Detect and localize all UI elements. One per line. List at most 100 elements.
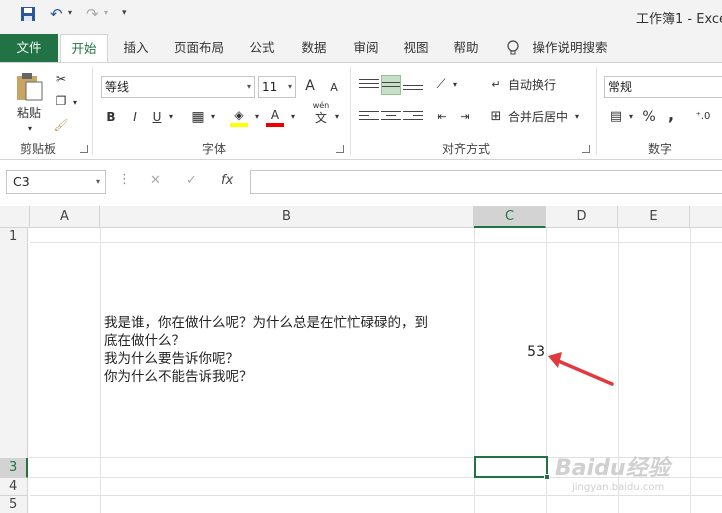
redo-icon[interactable]: ↷	[86, 5, 99, 23]
tell-me-search[interactable]: 操作说明搜索	[528, 34, 612, 62]
comma-button[interactable]: ,	[665, 105, 677, 125]
tab-file[interactable]: 文件	[0, 34, 58, 62]
merge-center-button[interactable]: 合并后居中	[508, 107, 572, 127]
decrease-font-button[interactable]: A	[326, 78, 342, 98]
underline-button[interactable]: U	[150, 107, 164, 127]
divider	[92, 67, 93, 155]
cell-b1-text[interactable]: 我是谁，你在做什么呢？为什么总是在忙忙碌碌的，到 底在做什么？ 我为什么要告诉你…	[104, 314, 472, 386]
column-header-c[interactable]: C	[474, 206, 546, 228]
tab-view[interactable]: 视图	[394, 34, 438, 62]
watermark-url: jingyan.baidu.com	[572, 482, 665, 493]
tab-insert[interactable]: 插入	[114, 34, 158, 62]
font-size-combo[interactable]: 11 ▾	[258, 76, 296, 98]
column-header-a[interactable]: A	[30, 206, 100, 228]
row-header-5[interactable]: 5	[0, 496, 28, 513]
phonetic-char-label: 文	[314, 111, 327, 125]
align-right-icon[interactable]	[403, 107, 423, 127]
enter-icon[interactable]: ✓	[186, 173, 197, 188]
row-header-1[interactable]: 1	[0, 228, 28, 458]
align-top-icon[interactable]	[359, 75, 379, 95]
column-header-f[interactable]	[690, 206, 722, 228]
accounting-dropdown-icon[interactable]: ▾	[626, 107, 636, 127]
borders-dropdown-icon[interactable]: ▾	[208, 107, 218, 127]
annotation-arrow-icon	[548, 352, 614, 386]
undo-dropdown-icon[interactable]: ▾	[68, 8, 72, 17]
column-header-d[interactable]: D	[546, 206, 618, 228]
row-header-4[interactable]: 4	[0, 478, 28, 496]
column-header-e[interactable]: E	[618, 206, 690, 228]
align-center-icon[interactable]	[381, 107, 401, 127]
italic-button[interactable]: I	[128, 107, 142, 127]
orientation-icon[interactable]: ⟋	[430, 75, 452, 95]
chevron-down-icon[interactable]: ▾	[247, 77, 251, 97]
tab-help[interactable]: 帮助	[444, 34, 488, 62]
decrease-indent-icon[interactable]: ⇤	[432, 107, 452, 127]
row-header-3[interactable]: 3	[0, 458, 28, 478]
underline-dropdown-icon[interactable]: ▾	[166, 107, 176, 127]
copy-dropdown-icon[interactable]: ▾	[70, 93, 80, 113]
undo-icon[interactable]: ↶	[50, 5, 63, 23]
percent-button[interactable]: %	[641, 107, 657, 127]
ribbon-home: 粘贴 ▾ ✂ ❐ ▾ 🖌 剪贴板 等线 ▾ 11 ▾ A A B I U ▾ ▦…	[0, 62, 722, 160]
accounting-format-icon[interactable]: ▤	[606, 107, 626, 127]
clipboard-launcher-icon[interactable]	[80, 145, 88, 153]
align-left-icon[interactable]	[359, 107, 379, 127]
fill-color-icon[interactable]: ◈	[230, 105, 248, 127]
align-middle-icon[interactable]	[381, 75, 401, 95]
increase-font-button[interactable]: A	[302, 76, 318, 96]
alignment-launcher-icon[interactable]	[582, 145, 590, 153]
increase-decimal-icon[interactable]: ⁺.0	[692, 107, 714, 127]
format-painter-icon[interactable]: 🖌	[52, 115, 70, 135]
tab-formulas[interactable]: 公式	[240, 34, 284, 62]
copy-icon[interactable]: ❐	[52, 91, 70, 111]
row-number: 3	[9, 460, 18, 475]
wrap-text-button[interactable]: 自动换行	[508, 75, 568, 95]
font-size-value: 11	[262, 80, 278, 94]
font-color-dropdown-icon[interactable]: ▾	[288, 107, 298, 127]
tab-review[interactable]: 审阅	[344, 34, 388, 62]
name-box-value: C3	[13, 174, 30, 189]
cell-c1-value[interactable]: 53	[475, 344, 545, 360]
cut-icon[interactable]: ✂	[52, 69, 70, 89]
tab-page-layout[interactable]: 页面布局	[168, 34, 230, 62]
align-bottom-icon[interactable]	[403, 75, 423, 95]
cell-text-line: 我为什么要告诉你呢？	[104, 351, 239, 367]
merge-center-icon[interactable]: ⊞	[487, 107, 505, 127]
increase-indent-icon[interactable]: ⇥	[455, 107, 475, 127]
clipboard-icon[interactable]	[14, 71, 44, 101]
font-color-button[interactable]: A	[266, 105, 284, 127]
divider	[350, 67, 351, 155]
font-name-value: 等线	[105, 80, 130, 94]
orientation-dropdown-icon[interactable]: ▾	[450, 75, 460, 95]
phonetic-dropdown-icon[interactable]: ▾	[332, 107, 342, 127]
cell-text-line: 你为什么不能告诉我呢？	[104, 369, 253, 385]
tab-home[interactable]: 开始	[60, 34, 108, 63]
chevron-down-icon[interactable]: ▾	[96, 171, 100, 193]
borders-icon[interactable]: ▦	[190, 107, 206, 127]
number-format-combo[interactable]: 常规	[604, 76, 722, 98]
column-header-b[interactable]: B	[100, 206, 474, 228]
save-icon[interactable]	[20, 6, 36, 26]
redo-dropdown-icon[interactable]: ▾	[104, 8, 108, 17]
merge-dropdown-icon[interactable]: ▾	[572, 107, 582, 127]
chevron-down-icon[interactable]: ▾	[288, 77, 292, 97]
bold-button[interactable]: B	[104, 107, 118, 127]
fill-handle[interactable]	[544, 474, 550, 480]
tab-data[interactable]: 数据	[292, 34, 336, 62]
active-cell-selection[interactable]	[474, 456, 548, 478]
paste-dropdown-icon[interactable]: ▾	[24, 119, 36, 139]
customize-quick-access-icon[interactable]: ▾	[122, 8, 127, 18]
cancel-icon[interactable]: ✕	[150, 173, 161, 188]
fill-color-dropdown-icon[interactable]: ▾	[252, 107, 262, 127]
font-launcher-icon[interactable]	[336, 145, 344, 153]
select-all-corner[interactable]	[0, 206, 30, 228]
divider	[596, 67, 597, 155]
font-name-combo[interactable]: 等线 ▾	[101, 76, 255, 98]
formula-input[interactable]	[250, 170, 722, 194]
excel-window: ↶ ▾ ↷ ▾ ▾ 工作簿1 - Exce 文件 开始 插入 页面布局 公式 数…	[0, 0, 722, 513]
gridline	[30, 242, 722, 243]
insert-function-button[interactable]: fx	[221, 173, 233, 188]
phonetic-guide-icon[interactable]: wén 文	[310, 101, 332, 125]
name-box[interactable]: C3 ▾	[6, 170, 106, 194]
wrap-text-icon[interactable]: ↵	[487, 75, 505, 95]
